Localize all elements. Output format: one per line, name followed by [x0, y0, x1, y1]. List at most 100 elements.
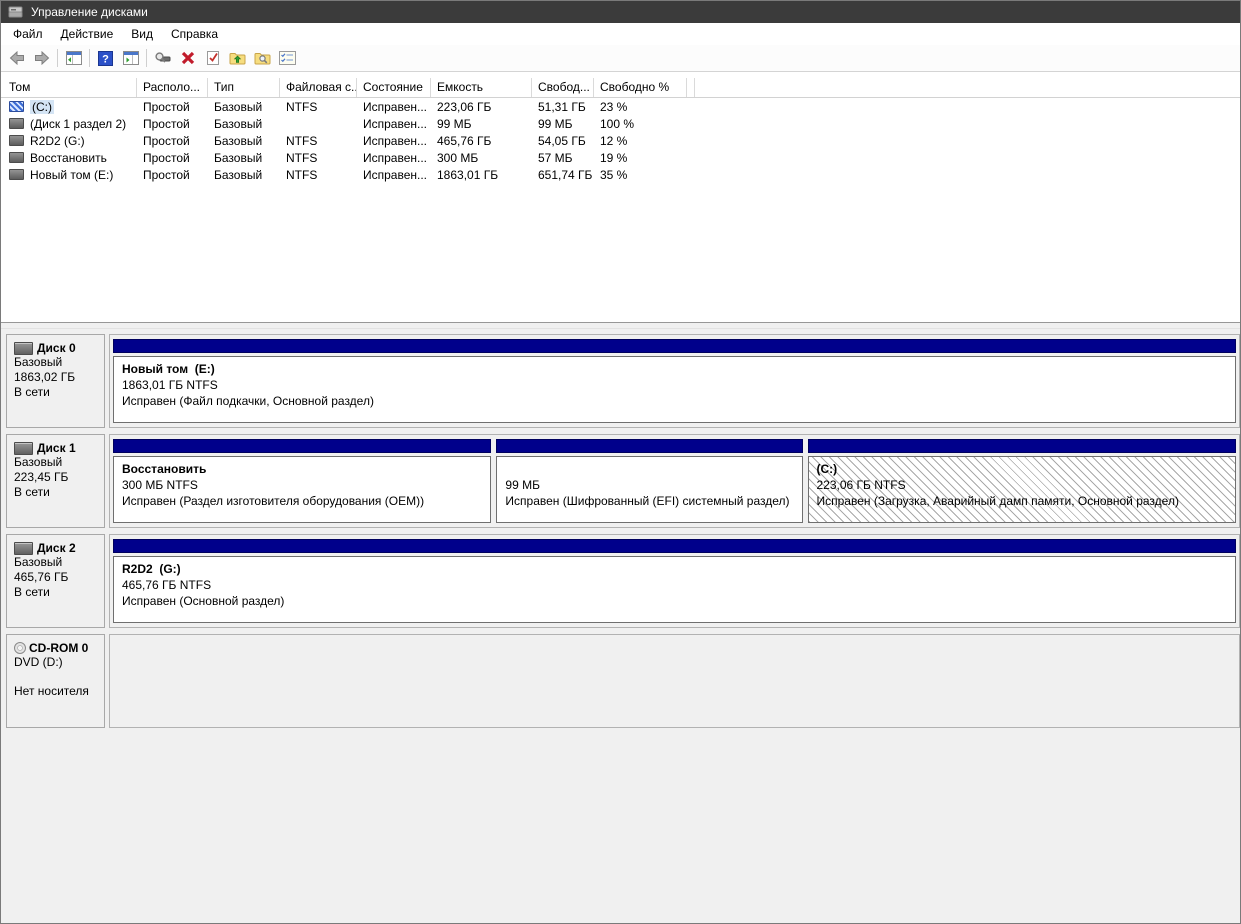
disk-type: Базовый — [14, 455, 63, 469]
partition-status: Исправен (Файл подкачки, Основной раздел… — [122, 394, 374, 408]
graphical-view-panel: Диск 0 Базовый 1863,02 ГБ В сети Новый том (… — [1, 329, 1240, 728]
disk-size: 223,45 ГБ — [14, 470, 69, 484]
disk-name: Диск 2 — [37, 541, 76, 555]
volume-cell-capacity: 223,06 ГБ — [437, 99, 492, 114]
table-row[interactable]: Восстановить Простой Базовый NTFS Исправен..… — [1, 149, 1240, 166]
explore-folder-button[interactable] — [250, 47, 275, 69]
check-document-icon — [206, 50, 220, 66]
disk-label[interactable]: CD-ROM 0 DVD (D:) Нет носителя — [6, 634, 105, 728]
partition-size: 223,06 ГБ NTFS — [816, 478, 906, 492]
column-header[interactable]: Тип — [208, 78, 280, 97]
volume-table-header: Том Располо... Тип Файловая с... Состояние Ем… — [1, 78, 1240, 98]
rescan-disks-icon — [154, 51, 171, 65]
volume-cell-free: 57 МБ — [538, 150, 573, 165]
menu-item-help[interactable]: Справка — [162, 24, 227, 44]
rescan-disks-button[interactable] — [150, 47, 175, 69]
partition[interactable]: (C:) 223,06 ГБ NTFS Исправен (Загрузка, Ав… — [807, 439, 1236, 523]
folder-up-arrow-icon — [229, 51, 246, 65]
volume-icon — [9, 169, 24, 180]
volume-cell-free_pct: 35 % — [600, 167, 628, 182]
column-header[interactable]: Располо... — [137, 78, 208, 97]
disk-label[interactable]: Диск 2 Базовый 465,76 ГБ В сети — [6, 534, 105, 628]
volume-cell-fs: NTFS — [286, 167, 318, 182]
partition-name — [505, 461, 801, 477]
volume-cell-capacity: 1863,01 ГБ — [437, 167, 499, 182]
partition-name: Восстановить — [122, 462, 207, 476]
table-row[interactable]: (C:) Простой Базовый NTFS Исправен... 223,06 … — [1, 98, 1240, 115]
check-document-button[interactable] — [200, 47, 225, 69]
customize-view-button[interactable] — [275, 47, 300, 69]
volume-cell-fs: NTFS — [286, 150, 318, 165]
volume-cell-type: Базовый — [214, 116, 263, 131]
partition[interactable]: R2D2 (G:) 465,76 ГБ NTFS Исправен (Основно… — [113, 539, 1236, 623]
partition[interactable]: 99 МБ Исправен (Шифрованный (EFI) системн… — [496, 439, 803, 523]
column-header[interactable]: Файловая с... — [280, 78, 357, 97]
column-header[interactable]: Состояние — [357, 78, 431, 97]
partition-strip: R2D2 (G:) 465,76 ГБ NTFS Исправен (Основно… — [109, 534, 1240, 628]
partition-body: 99 МБ Исправен (Шифрованный (EFI) системн… — [496, 456, 803, 523]
volume-cell-layout: Простой — [143, 167, 190, 182]
volume-cell-fs: NTFS — [286, 99, 318, 114]
column-header[interactable]: Свобод... — [532, 78, 594, 97]
open-folder-button[interactable] — [225, 47, 250, 69]
svg-text:?: ? — [102, 53, 109, 65]
disk-status: В сети — [14, 385, 50, 399]
volume-cell-layout: Простой — [143, 150, 190, 165]
forward-button[interactable] — [29, 47, 54, 69]
partition[interactable]: Новый том (E:) 1863,01 ГБ NTFS Исправен (Ф… — [113, 339, 1236, 423]
menu-bar: Файл Действие Вид Справка — [1, 23, 1240, 45]
table-row[interactable]: R2D2 (G:) Простой Базовый NTFS Исправен... 46… — [1, 132, 1240, 149]
column-header-stub — [687, 78, 695, 97]
volume-cell-type: Базовый — [214, 133, 263, 148]
volume-table-body: (C:) Простой Базовый NTFS Исправен... 223,06 … — [1, 98, 1240, 183]
table-row[interactable]: Новый том (E:) Простой Базовый NTFS Исправен… — [1, 166, 1240, 183]
partition-color-bar — [496, 439, 803, 453]
column-header[interactable]: Емкость — [431, 78, 532, 97]
menu-item-action[interactable]: Действие — [52, 24, 123, 44]
volume-cell-capacity: 465,76 ГБ — [437, 133, 492, 148]
partition[interactable]: Восстановить 300 МБ NTFS Исправен (Раздел … — [113, 439, 492, 523]
partition-status: Исправен (Загрузка, Аварийный дамп памят… — [816, 494, 1179, 508]
partition-status: Исправен (Шифрованный (EFI) системный ра… — [505, 494, 790, 508]
partition-body: (C:) 223,06 ГБ NTFS Исправен (Загрузка, Ав… — [807, 456, 1236, 523]
column-header[interactable]: Том — [3, 78, 137, 97]
volume-cell-layout: Простой — [143, 99, 190, 114]
partition-color-bar — [113, 339, 1236, 353]
menu-item-file[interactable]: Файл — [4, 24, 52, 44]
help-button[interactable]: ? — [93, 47, 118, 69]
cdrom-icon — [14, 642, 26, 654]
delete-volume-button[interactable] — [175, 47, 200, 69]
volume-name: Новый том (E:) — [30, 167, 114, 182]
volume-icon — [9, 101, 24, 112]
toolbar-separator — [89, 49, 90, 67]
back-button[interactable] — [4, 47, 29, 69]
disk-drive-icon — [14, 441, 33, 455]
disk-status: В сети — [14, 585, 50, 599]
disk-status: В сети — [14, 485, 50, 499]
volume-cell-free_pct: 12 % — [600, 133, 628, 148]
partition-size: 1863,01 ГБ NTFS — [122, 378, 218, 392]
show-console-tree-button[interactable] — [61, 47, 86, 69]
disk-type: Базовый — [14, 555, 63, 569]
volume-icon — [9, 152, 24, 163]
disk-type: DVD (D:) — [14, 655, 63, 669]
volume-cell-free_pct: 100 % — [600, 116, 635, 131]
column-header[interactable]: Свободно % — [594, 78, 687, 97]
delete-x-icon — [181, 51, 195, 65]
volume-cell-type: Базовый — [214, 167, 263, 182]
partition-name: Новый том (E:) — [122, 362, 215, 376]
partition-size: 99 МБ — [505, 478, 540, 492]
help-icon: ? — [98, 50, 113, 66]
disk-label[interactable]: Диск 1 Базовый 223,45 ГБ В сети — [6, 434, 105, 528]
menu-item-view[interactable]: Вид — [122, 24, 162, 44]
show-action-pane-button[interactable] — [118, 47, 143, 69]
volume-cell-status: Исправен... — [363, 116, 428, 131]
volume-cell-status: Исправен... — [363, 133, 428, 148]
panel-splitter[interactable] — [1, 322, 1240, 329]
disk-label[interactable]: Диск 0 Базовый 1863,02 ГБ В сети — [6, 334, 105, 428]
header-filler — [695, 78, 1240, 97]
table-row[interactable]: (Диск 1 раздел 2) Простой Базовый Исправен.… — [1, 115, 1240, 132]
volume-name: (Диск 1 раздел 2) — [30, 116, 127, 131]
volume-cell-free: 51,31 ГБ — [538, 99, 586, 114]
partition-strip — [109, 634, 1240, 728]
